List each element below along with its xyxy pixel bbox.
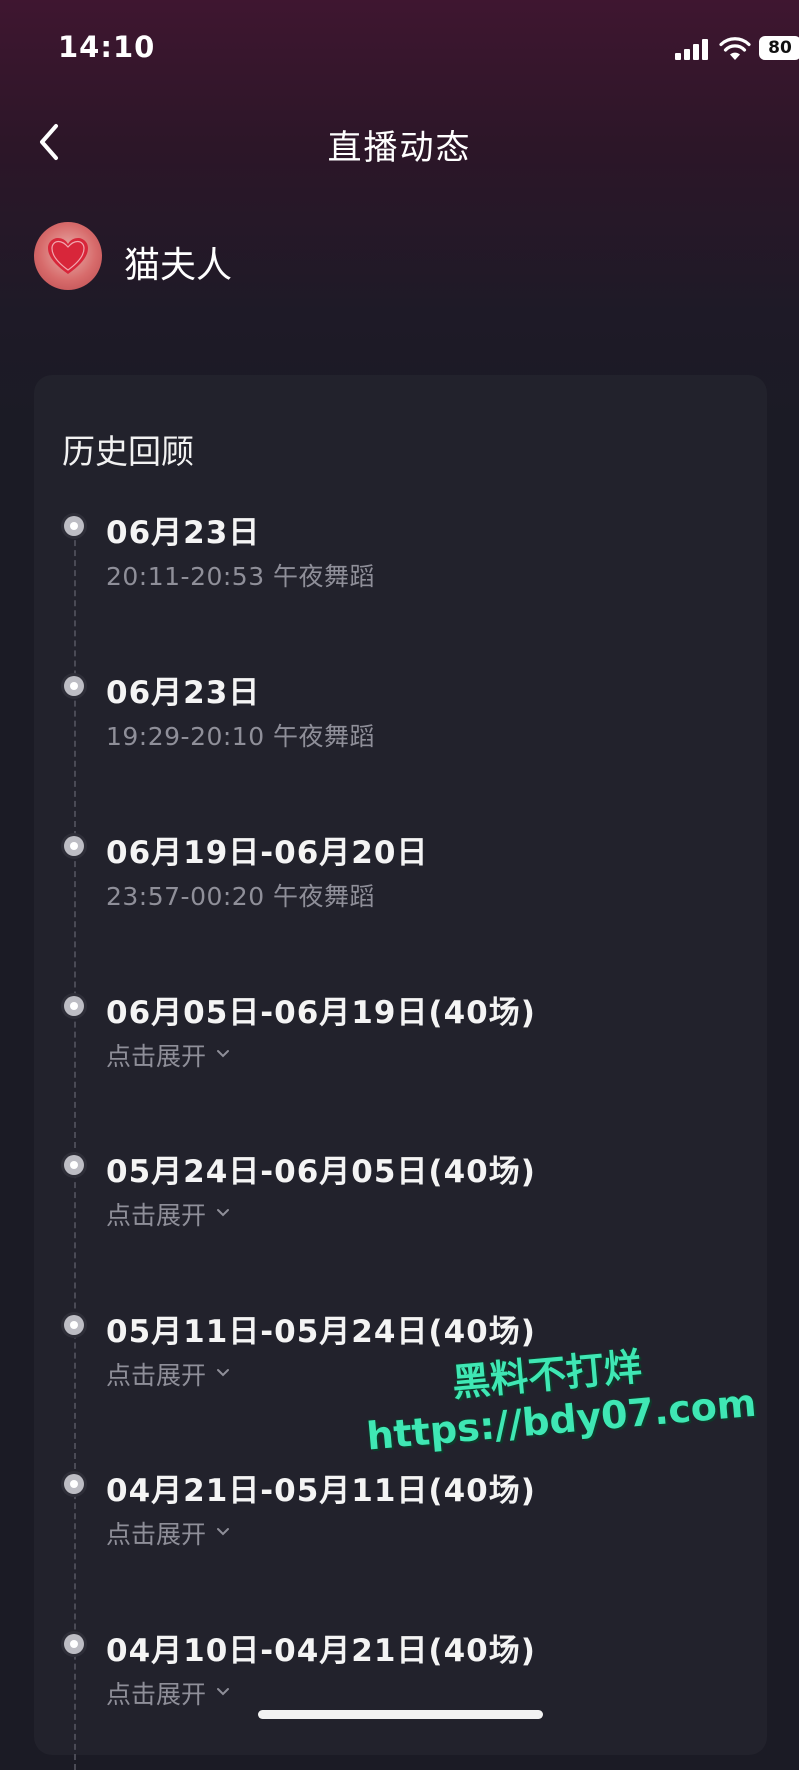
chevron-down-icon	[217, 1528, 230, 1536]
timeline-dot-icon	[64, 996, 84, 1016]
timeline-entry[interactable]: 06月23日 20:11-20:53 午夜舞蹈	[34, 507, 767, 637]
heart-icon	[48, 238, 88, 274]
entry-date: 04月21日-05月11日(40场)	[106, 1473, 536, 1509]
entry-date: 06月05日-06月19日(40场)	[106, 995, 536, 1031]
expand-link[interactable]: 点击展开	[106, 1515, 230, 1551]
entry-date: 05月11日-05月24日(40场)	[106, 1314, 536, 1350]
status-bar: 14:10 80	[0, 0, 799, 100]
nav-bar: 直播动态	[0, 100, 799, 184]
timeline-entry[interactable]: 06月05日-06月19日(40场) 点击展开	[34, 987, 767, 1117]
chevron-down-icon	[217, 1688, 230, 1696]
entry-detail: 23:57-00:20 午夜舞蹈	[106, 882, 376, 911]
entry-date: 05月24日-06月05日(40场)	[106, 1154, 536, 1190]
chevron-down-icon	[217, 1209, 230, 1217]
expand-link[interactable]: 点击展开	[106, 1196, 230, 1232]
history-card: 历史回顾 06月23日 20:11-20:53 午夜舞蹈 06月23日 19:2…	[34, 375, 767, 1770]
expand-link[interactable]: 点击展开	[106, 1675, 230, 1711]
entry-date: 06月19日-06月20日	[106, 835, 429, 871]
status-time: 14:10	[58, 30, 156, 64]
entry-detail: 19:29-20:10 午夜舞蹈	[106, 722, 376, 751]
timeline-entry[interactable]: 06月23日 19:29-20:10 午夜舞蹈	[34, 667, 767, 797]
chevron-down-icon	[217, 1369, 230, 1377]
timeline-dot-icon	[64, 676, 84, 696]
timeline-dot-icon	[64, 1315, 84, 1335]
home-indicator[interactable]	[258, 1710, 543, 1719]
timeline-entry[interactable]: 05月24日-06月05日(40场) 点击展开	[34, 1146, 767, 1276]
expand-link[interactable]: 点击展开	[106, 1356, 230, 1392]
timeline-dot-icon	[64, 516, 84, 536]
timeline-entry[interactable]: 04月10日-04月21日(40场) 点击展开	[34, 1625, 767, 1755]
timeline-dot-icon	[64, 1634, 84, 1654]
entry-date: 04月10日-04月21日(40场)	[106, 1633, 536, 1669]
avatar[interactable]	[34, 222, 102, 290]
wifi-icon	[719, 37, 751, 60]
timeline-entry[interactable]: 04月21日-05月11日(40场) 点击展开	[34, 1465, 767, 1595]
timeline-dot-icon	[64, 1474, 84, 1494]
profile-name[interactable]: 猫夫人	[124, 236, 232, 288]
expand-link[interactable]: 点击展开	[106, 1037, 230, 1073]
entry-detail: 20:11-20:53 午夜舞蹈	[106, 562, 376, 591]
timeline-dot-icon	[64, 1155, 84, 1175]
signal-icon	[675, 38, 713, 60]
timeline-entry[interactable]: 06月19日-06月20日 23:57-00:20 午夜舞蹈	[34, 827, 767, 957]
battery-icon: 80	[759, 36, 799, 60]
history-title: 历史回顾	[62, 432, 194, 471]
entry-date: 06月23日	[106, 515, 261, 551]
entry-date: 06月23日	[106, 675, 261, 711]
battery-level: 80	[768, 38, 792, 58]
timeline-dot-icon	[64, 836, 84, 856]
page-title: 直播动态	[327, 128, 472, 168]
chevron-down-icon	[217, 1050, 230, 1058]
